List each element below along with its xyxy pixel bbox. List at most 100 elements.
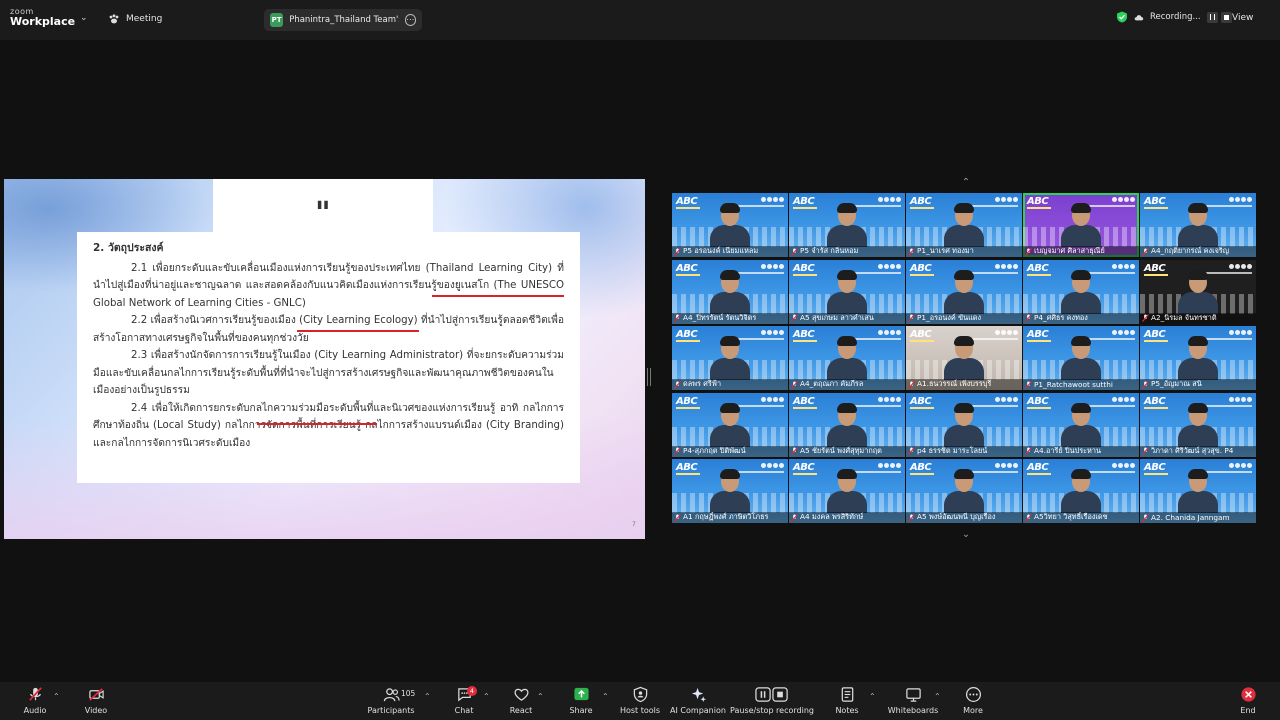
audio-options-chevron-icon[interactable]: ⌃: [53, 692, 60, 701]
participant-tile[interactable]: ABC P5_อัญมาณ สนิ: [1140, 326, 1256, 390]
chat-label: Chat: [454, 706, 474, 715]
participant-video: [827, 336, 867, 380]
participant-tile[interactable]: ABC A5 พงษ์อัฒนพนี บุญเรือง: [906, 459, 1022, 523]
participant-tile[interactable]: ABC P1_Ratchawoot sutthi: [1023, 326, 1139, 390]
partner-logos: [878, 263, 901, 269]
participant-name: วิภาดา ศิริวัฒน์ สุวสุข. P4: [1151, 445, 1234, 455]
participant-name: A1.ธนวรรณ์ เพิ่งบรรบุรี: [917, 379, 992, 388]
participant-tile[interactable]: ABC P1_นาเรศ ทองมา: [906, 193, 1022, 257]
partner-logos: [761, 396, 784, 402]
video-button[interactable]: Video: [61, 686, 131, 715]
event-logo: ABC: [910, 462, 932, 473]
participant-name-bar: A1.ธนวรรณ์ เพิ่งบรรบุรี: [906, 379, 1022, 390]
participant-tile[interactable]: ABC A4_กฤติยากรณ์ คงเจริญ: [1140, 193, 1256, 257]
participant-tile[interactable]: ABC วิภาดา ศิริวัฒน์ สุวสุข. P4: [1140, 392, 1256, 457]
participant-name: A4 มงคล พรสิริทักษ์: [800, 512, 864, 521]
chevron-down-icon[interactable]: ⌄: [80, 13, 88, 23]
recording-indicator: Recording...: [1116, 11, 1232, 23]
partner-logos: [1229, 197, 1252, 202]
participant-video: [1061, 203, 1101, 247]
participant-tile[interactable]: ABC ดลพร ศรีฟ้า: [672, 326, 788, 390]
security-shield-icon[interactable]: [1116, 11, 1128, 23]
participant-name: P5 จำรัส กลิ่นหอม: [800, 246, 859, 255]
paw-icon: [109, 14, 119, 24]
participant-tile[interactable]: ABC P5 อรอนงค์ เนียมแหลม: [672, 193, 788, 257]
participant-name: A4_ปิ่ทรรัตน์ รัตนวิจิตร: [683, 312, 757, 322]
participant-name-bar: เบญจมาศ ศิลาสาธุณีย์: [1023, 246, 1139, 257]
end-meeting-button[interactable]: End: [1213, 686, 1280, 715]
more-options-icon[interactable]: ⋯: [404, 14, 416, 26]
split-resize-handle[interactable]: [647, 368, 651, 386]
react-label: React: [509, 706, 533, 715]
participant-tile[interactable]: ABC A2_นิรมล จันทรชาติ: [1140, 259, 1256, 324]
mic-muted-icon: [1142, 447, 1149, 455]
participant-name: A2. Chanida Janngam: [1151, 513, 1230, 522]
react-options-chevron-icon[interactable]: ⌃: [537, 692, 544, 701]
participant-name: A5 ชัยรัตน์ พงศ์สุทุมากฤต: [800, 445, 882, 455]
event-logo: ABC: [1144, 329, 1166, 340]
participant-tile[interactable]: ABC A5 สุขเกษม ลาวคำเสน: [789, 259, 905, 324]
participant-name-bar: P5_อัญมาณ สนิ: [1140, 379, 1256, 390]
mic-muted-icon: [1142, 247, 1149, 256]
participant-name-bar: A4.อารีย์ ปิ่นประหาน: [1023, 445, 1139, 457]
participant-tile[interactable]: ABC A4.อารีย์ ปิ่นประหาน: [1023, 392, 1139, 457]
event-logo: ABC: [1027, 462, 1049, 473]
participant-video: [1178, 269, 1218, 314]
more-label: More: [963, 706, 983, 715]
participant-name-bar: P4_ศศิธร คงทอง: [1023, 312, 1139, 324]
partner-logos: [878, 463, 901, 468]
slide-heading: 2. วัตถุประสงค์: [93, 242, 164, 254]
view-button[interactable]: View: [1232, 13, 1253, 23]
pause-stop-recording-button[interactable]: Pause/stop recording: [728, 686, 816, 715]
top-bar: zoom Workplace ⌄ Meeting PT Phanintra_Th…: [0, 0, 1280, 40]
recording-label: Recording...: [1150, 12, 1201, 22]
participant-name: A4.อารีย์ ปิ่นประหาน: [1034, 445, 1101, 455]
participant-video: [944, 402, 984, 447]
pause-recording-button[interactable]: [1206, 11, 1218, 23]
notes-options-chevron-icon[interactable]: ⌃: [869, 692, 876, 701]
participant-tile[interactable]: ABC เบญจมาศ ศิลาสาธุณีย์: [1023, 193, 1139, 257]
participant-tile[interactable]: ABC A4_ตฤณภา คัมภีรล: [789, 326, 905, 390]
participant-name: P5_อัญมาณ สนิ: [1151, 379, 1202, 388]
participant-tile[interactable]: ABC P4-สุภกฤต ปิติพัฒน์: [672, 392, 788, 457]
participant-video: [1178, 402, 1218, 447]
partner-logos: [995, 396, 1018, 402]
participant-tile[interactable]: ABC P1_อรอนงค์ ขันแดง: [906, 259, 1022, 324]
zoom-brand[interactable]: zoom Workplace: [10, 8, 75, 28]
screen-share-indicator[interactable]: PT Phanintra_Thailand Team's scree ⋯: [264, 9, 422, 31]
partner-logos: [995, 197, 1018, 202]
event-logo: ABC: [676, 395, 698, 407]
red-underline: [257, 423, 377, 425]
event-logo: ABC: [793, 262, 815, 274]
partner-logos: [1112, 396, 1135, 402]
participant-tile[interactable]: ABC p4 ธรรชิต มาระโลยน์: [906, 392, 1022, 457]
participant-name-bar: P5 จำรัส กลิ่นหอม: [789, 246, 905, 257]
sharer-avatar: PT: [270, 13, 284, 27]
participant-tile[interactable]: ABC A1 กฤษฏิ์พงศ์ ภาษิตวิโภธร: [672, 459, 788, 523]
event-logo: ABC: [1027, 196, 1049, 207]
participant-tile[interactable]: ABC A4_ปิ่ทรรัตน์ รัตนวิจิตร: [672, 259, 788, 324]
participant-name-bar: P4-สุภกฤต ปิติพัฒน์: [672, 445, 788, 457]
more-button[interactable]: More: [938, 686, 1008, 715]
participant-video: [944, 203, 984, 247]
event-logo: ABC: [676, 329, 698, 340]
participant-tile[interactable]: ABC P4_ศศิธร คงทอง: [1023, 259, 1139, 324]
participant-tile[interactable]: ABC A5 ชัยรัตน์ พงศ์สุทุมากฤต: [789, 392, 905, 457]
event-logo: ABC: [910, 329, 932, 340]
participant-tile[interactable]: ABC P5 จำรัส กลิ่นหอม: [789, 193, 905, 257]
meeting-menu[interactable]: Meeting: [108, 13, 162, 25]
participant-tile[interactable]: ABC A2. Chanida Janngam: [1140, 459, 1256, 523]
audio-label: Audio: [23, 706, 47, 715]
participants-button[interactable]: Participants: [356, 686, 426, 715]
participant-tile[interactable]: ABC A1.ธนวรรณ์ เพิ่งบรรบุรี: [906, 326, 1022, 390]
stop-recording-button[interactable]: [1220, 11, 1232, 23]
participant-name-bar: A4_ตฤณภา คัมภีรล: [789, 379, 905, 390]
gallery-prev-page-icon[interactable]: ⌃: [960, 178, 972, 188]
participant-video: [944, 469, 984, 513]
participant-tile[interactable]: ABC A4 มงคล พรสิริทักษ์: [789, 459, 905, 523]
event-logo: ABC: [1144, 262, 1166, 274]
gallery-next-page-icon[interactable]: ⌄: [960, 530, 972, 540]
ai-companion-button[interactable]: AI Companion: [663, 686, 733, 715]
participant-tile[interactable]: ABC A5วิทยา วิสุทธิ์เรืองเดช: [1023, 459, 1139, 523]
participant-name-bar: วิภาดา ศิริวัฒน์ สุวสุข. P4: [1140, 445, 1256, 457]
